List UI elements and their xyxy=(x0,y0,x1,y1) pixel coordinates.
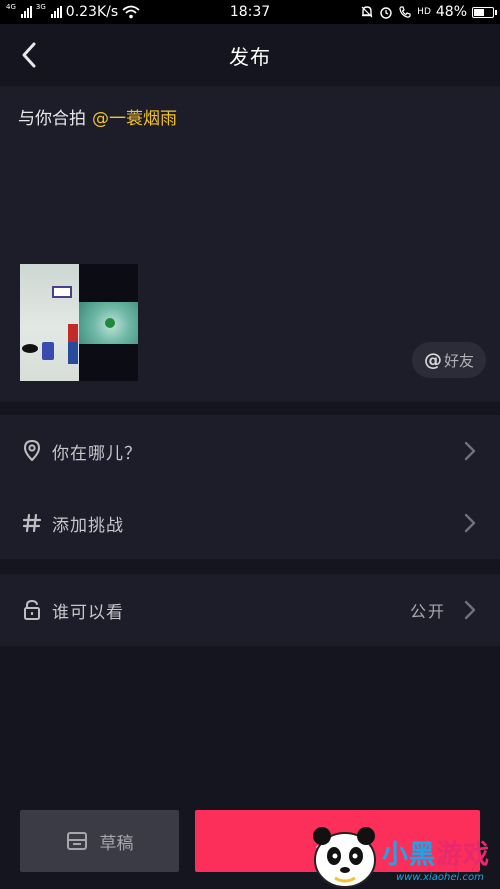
alarm-icon xyxy=(380,7,392,19)
draft-box-icon xyxy=(66,832,87,850)
battery-percent: 48% xyxy=(435,4,467,20)
status-bar: 4G 3G 0.23K/s 18:37 HD 48% xyxy=(0,0,500,24)
page-title: 发布 xyxy=(229,44,271,69)
battery-icon xyxy=(472,6,497,18)
thumbnail-object-device xyxy=(42,342,54,360)
nav-bar: 发布 xyxy=(0,24,500,86)
at-icon: @ xyxy=(423,349,442,371)
hashtag-icon xyxy=(20,511,44,535)
watermark-text-2: 游戏 xyxy=(436,840,491,870)
chevron-right-icon xyxy=(460,513,480,533)
network-speed: 0.23K/s xyxy=(65,4,119,20)
compose-panel: 与你合拍 @一蓑烟雨 @ 好友 xyxy=(0,86,500,402)
video-thumbnail[interactable] xyxy=(20,264,138,381)
location-label: 你在哪儿？ xyxy=(52,443,142,464)
watermark-url: www.xiaohei.com xyxy=(396,872,484,883)
thumbnail-object-figure xyxy=(68,324,78,364)
challenge-label: 添加挑战 xyxy=(52,515,124,536)
chevron-right-icon xyxy=(460,441,480,461)
thumbnail-object-face xyxy=(22,344,38,353)
chevron-right-icon xyxy=(460,600,480,620)
thumbnail-object-gem xyxy=(105,318,115,328)
location-row[interactable]: 你在哪儿？ xyxy=(0,415,500,487)
watermark-text-1: 小黑 xyxy=(382,840,437,870)
watermark-text: 小黑游戏 xyxy=(382,834,490,871)
unlock-icon xyxy=(20,598,44,622)
battery-fill xyxy=(474,8,484,16)
mention-friends-label: 好友 xyxy=(443,351,474,370)
thumbnail-right-image xyxy=(79,302,138,344)
caption-input[interactable]: 与你合拍 @一蓑烟雨 xyxy=(18,104,177,129)
bell-mute-icon xyxy=(361,6,373,18)
visibility-row[interactable]: 谁可以看 公开 xyxy=(0,574,500,646)
draft-button[interactable]: 草稿 xyxy=(20,810,179,872)
back-button[interactable] xyxy=(12,38,46,72)
visibility-label: 谁可以看 xyxy=(52,602,124,623)
mention-friends-button[interactable]: @ 好友 xyxy=(411,342,486,378)
challenge-row[interactable]: 添加挑战 xyxy=(0,487,500,559)
status-right: HD 48% xyxy=(360,4,497,20)
mention-tag[interactable]: @一蓑烟雨 xyxy=(92,109,177,129)
signal-icon-2 xyxy=(50,6,62,18)
visibility-value: 公开 xyxy=(409,602,446,621)
thumbnail-object-sign xyxy=(52,286,72,298)
location-pin-icon xyxy=(20,439,44,463)
network-tag-4g: 4G xyxy=(6,3,16,11)
caption-text: 与你合拍 xyxy=(18,109,86,129)
hd-label: HD xyxy=(417,7,431,17)
chevron-left-icon xyxy=(22,42,36,68)
draft-label: 草稿 xyxy=(99,833,134,854)
thumbnail-left-frame xyxy=(20,264,79,381)
thumbnail-right-frame xyxy=(79,264,138,381)
watermark-logo: 小黑游戏 www.xiaohei.com xyxy=(300,812,500,889)
network-tag-3g: 3G xyxy=(35,3,46,11)
signal-icon xyxy=(20,6,32,18)
wifi-icon xyxy=(122,5,140,19)
status-left: 4G 3G 0.23K/s xyxy=(6,4,140,20)
call-icon xyxy=(399,6,411,18)
panda-mascot-icon xyxy=(313,827,376,888)
